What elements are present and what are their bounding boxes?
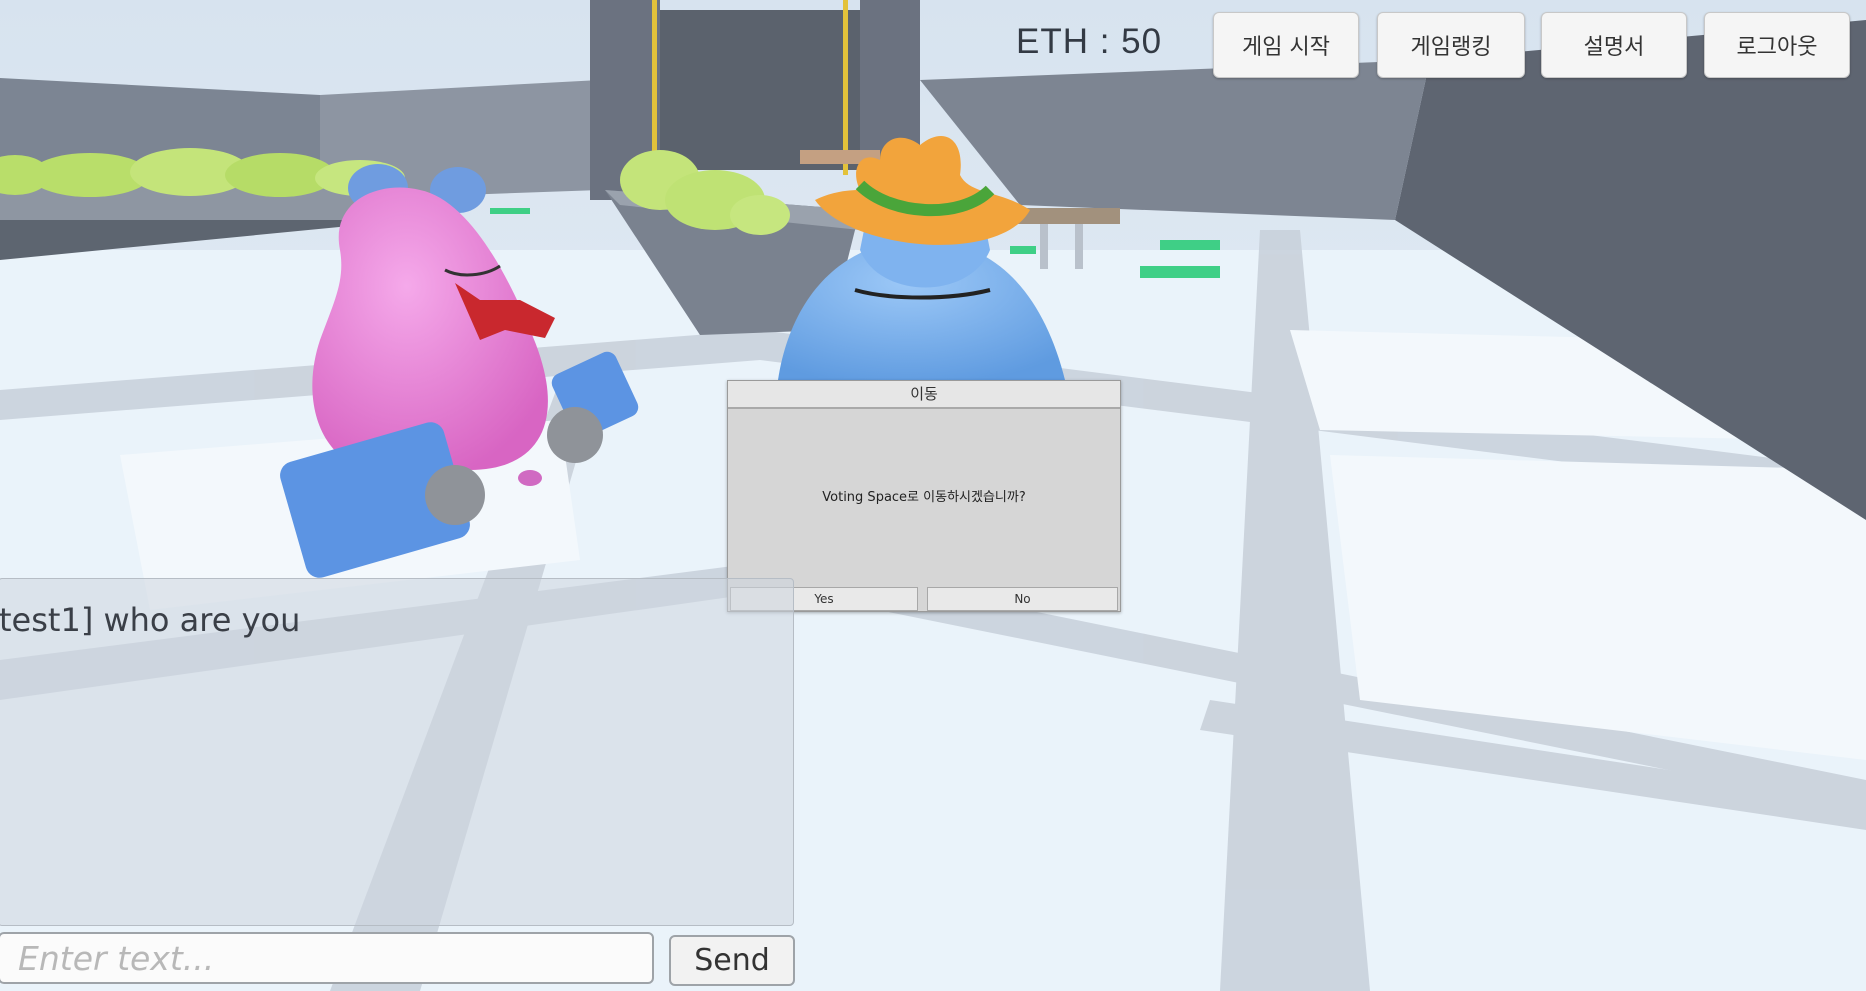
start-game-label: 게임 시작 xyxy=(1242,35,1330,60)
manual-button[interactable]: 설명서 xyxy=(1541,12,1687,78)
send-button[interactable]: Send xyxy=(669,935,795,986)
dialog-no-button[interactable]: No xyxy=(927,587,1118,611)
logout-label: 로그아웃 xyxy=(1736,35,1818,60)
eth-balance: ETH : 50 xyxy=(1016,22,1163,61)
logout-button[interactable]: 로그아웃 xyxy=(1704,12,1850,78)
chat-message: test1] who are you xyxy=(0,601,301,639)
chat-input[interactable] xyxy=(0,932,654,984)
ranking-button[interactable]: 게임랭킹 xyxy=(1377,12,1525,78)
dialog-title: 이동 xyxy=(728,381,1120,409)
send-label: Send xyxy=(694,943,770,978)
manual-label: 설명서 xyxy=(1583,35,1645,60)
dialog-message: Voting Space로 이동하시겠습니까? xyxy=(822,490,1026,505)
start-game-button[interactable]: 게임 시작 xyxy=(1213,12,1359,78)
chat-log[interactable]: test1] who are you xyxy=(0,578,794,926)
ranking-label: 게임랭킹 xyxy=(1410,35,1492,60)
